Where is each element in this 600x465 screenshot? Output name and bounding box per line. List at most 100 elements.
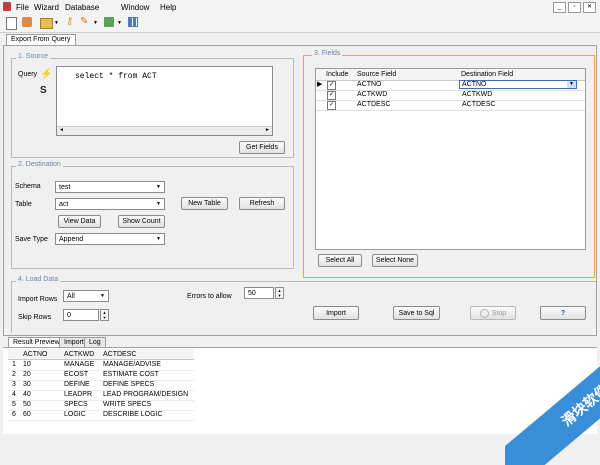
header-destination-field[interactable]: Destination Field xyxy=(461,71,513,78)
table-cell: DEFINE SPECS xyxy=(103,381,155,388)
menu-wizard[interactable]: Wizard xyxy=(34,3,59,12)
chevron-down-icon[interactable]: ▼ xyxy=(98,292,107,300)
get-fields-button[interactable]: Get Fields xyxy=(239,141,285,154)
import-button[interactable]: Import xyxy=(313,306,359,320)
table-cell: DESCRIBE LOGIC xyxy=(103,411,163,418)
row-number: 3 xyxy=(12,381,16,388)
chevron-down-icon[interactable]: ▼ xyxy=(154,200,163,208)
wizard-icon[interactable] xyxy=(22,17,32,27)
skip-rows-input[interactable]: 0 xyxy=(63,309,99,321)
import-rows-value: All xyxy=(67,292,75,300)
table-select[interactable]: act ▼ xyxy=(55,198,165,210)
row-number: 5 xyxy=(12,401,16,408)
destination-field-cell[interactable]: ACTDESC xyxy=(462,101,495,108)
menu-window[interactable]: Window xyxy=(121,3,149,12)
skip-rows-spinner[interactable]: ▲ ▼ xyxy=(100,309,109,321)
source-field-cell: ACTNO xyxy=(357,81,382,88)
chevron-down-icon[interactable]: ▼ xyxy=(93,20,98,26)
fields-grid[interactable]: Include Source Field Destination Field ▶… xyxy=(315,68,586,250)
refresh-button[interactable]: Refresh xyxy=(239,197,285,210)
row-number: 2 xyxy=(12,371,16,378)
schema-select[interactable]: test ▼ xyxy=(55,181,165,193)
query-editor[interactable]: select * from ACT ◄ ► xyxy=(56,66,273,136)
header-source-field[interactable]: Source Field xyxy=(357,71,396,78)
column-header[interactable]: ACTDESC xyxy=(103,351,136,358)
table-cell: 10 xyxy=(23,361,31,368)
column-header[interactable]: ACTNO xyxy=(23,351,48,358)
skip-rows-label: Skip Rows xyxy=(18,314,52,321)
header-include[interactable]: Include xyxy=(326,71,349,78)
show-count-button[interactable]: Show Count xyxy=(118,215,165,228)
close-icon[interactable]: ✕ xyxy=(583,2,596,13)
table-cell: LEAD PROGRAM/DESIGN xyxy=(103,391,189,398)
save-type-value: Append xyxy=(59,235,84,243)
stop-button[interactable]: Stop xyxy=(470,306,516,320)
chevron-down-icon[interactable]: ▼ xyxy=(117,20,122,26)
menu-database[interactable]: Database xyxy=(65,3,99,12)
table-cell: 40 xyxy=(23,391,31,398)
table-value: act xyxy=(59,200,69,208)
chevron-down-icon[interactable]: ▼ xyxy=(54,20,59,26)
result-grid[interactable]: ACTNO ACTKWD ACTDESC 1 10 MANAGE MANAGE/ADV… xyxy=(8,349,194,433)
view-data-button[interactable]: View Data xyxy=(58,215,101,228)
save-type-label: Save Type xyxy=(15,236,48,243)
table-row[interactable]: 6 60 LOGIC DESCRIBE LOGIC xyxy=(8,410,194,421)
lightning-icon[interactable]: ⚡ xyxy=(40,69,52,80)
query-scrollbar[interactable]: ◄ ► xyxy=(57,126,272,135)
table-label: Table xyxy=(15,201,32,208)
new-icon[interactable] xyxy=(6,17,17,30)
include-checkbox[interactable]: ✓ xyxy=(327,101,336,110)
destination-field-cell[interactable]: ACTKWD xyxy=(462,91,492,98)
save-to-sql-button[interactable]: Save to Sql xyxy=(393,306,440,320)
table-cell: 20 xyxy=(23,371,31,378)
result-header: ACTNO ACTKWD ACTDESC xyxy=(8,349,194,360)
load-data-title: 4. Load Data xyxy=(16,276,61,283)
errors-spinner[interactable]: ▲ ▼ xyxy=(275,287,284,299)
chevron-down-icon[interactable]: ▼ xyxy=(567,81,576,88)
select-all-button[interactable]: Select All xyxy=(318,254,362,267)
fields-title: 3. Fields xyxy=(312,50,343,57)
restore-icon[interactable]: ▫ xyxy=(568,2,581,13)
table-cell: SPECS xyxy=(64,401,88,408)
include-checkbox[interactable]: ✓ xyxy=(327,81,336,90)
table-cell: MANAGE/ADVISE xyxy=(103,361,161,368)
table-cell: ECOST xyxy=(64,371,89,378)
table-cell: LEADPR xyxy=(64,391,93,398)
import-rows-select[interactable]: All ▼ xyxy=(63,290,109,302)
sql-format-icon[interactable]: S xyxy=(40,85,47,96)
menu-help[interactable]: Help xyxy=(160,3,176,12)
errors-input[interactable]: 50 xyxy=(244,287,274,299)
grid-icon[interactable] xyxy=(128,17,138,27)
destination-field-select[interactable]: ACTNO ▼ xyxy=(459,80,577,89)
minimize-icon[interactable]: _ xyxy=(553,2,566,13)
app-icon xyxy=(3,2,11,11)
chevron-down-icon[interactable]: ▼ xyxy=(154,183,163,191)
source-field-cell: ACTKWD xyxy=(357,91,388,98)
include-checkbox[interactable]: ✓ xyxy=(327,91,336,100)
query-text[interactable]: select * from ACT xyxy=(75,72,157,81)
key-icon[interactable]: ⚷ xyxy=(66,17,75,27)
save-type-select[interactable]: Append ▼ xyxy=(55,233,165,245)
scroll-left-icon: ◄ xyxy=(59,127,64,133)
help-button[interactable]: ? xyxy=(540,306,586,320)
chevron-down-icon[interactable]: ▼ xyxy=(154,235,163,243)
table-cell: WRITE SPECS xyxy=(103,401,152,408)
export-icon[interactable] xyxy=(104,17,114,27)
schema-value: test xyxy=(59,183,71,191)
select-none-button[interactable]: Select None xyxy=(372,254,418,267)
table-cell: LOGIC xyxy=(64,411,86,418)
watermark: 滑块软件 xyxy=(505,355,600,465)
window-controls: _ ▫ ✕ xyxy=(553,2,596,13)
menu-file[interactable]: File xyxy=(16,3,29,12)
source-field-cell: ACTDESC xyxy=(357,101,391,108)
table-cell: ESTIMATE COST xyxy=(103,371,159,378)
column-header[interactable]: ACTKWD xyxy=(64,351,94,358)
schema-label: Schema xyxy=(15,183,41,190)
table-cell: DEFINE xyxy=(64,381,90,388)
new-table-button[interactable]: New Table xyxy=(181,197,228,210)
pen-icon[interactable]: ✎ xyxy=(80,17,89,27)
folder-icon[interactable] xyxy=(40,18,53,29)
table-cell: 50 xyxy=(23,401,31,408)
field-row[interactable]: ✓ ACTDESC ACTDESC xyxy=(316,100,585,111)
row-number: 4 xyxy=(12,391,16,398)
